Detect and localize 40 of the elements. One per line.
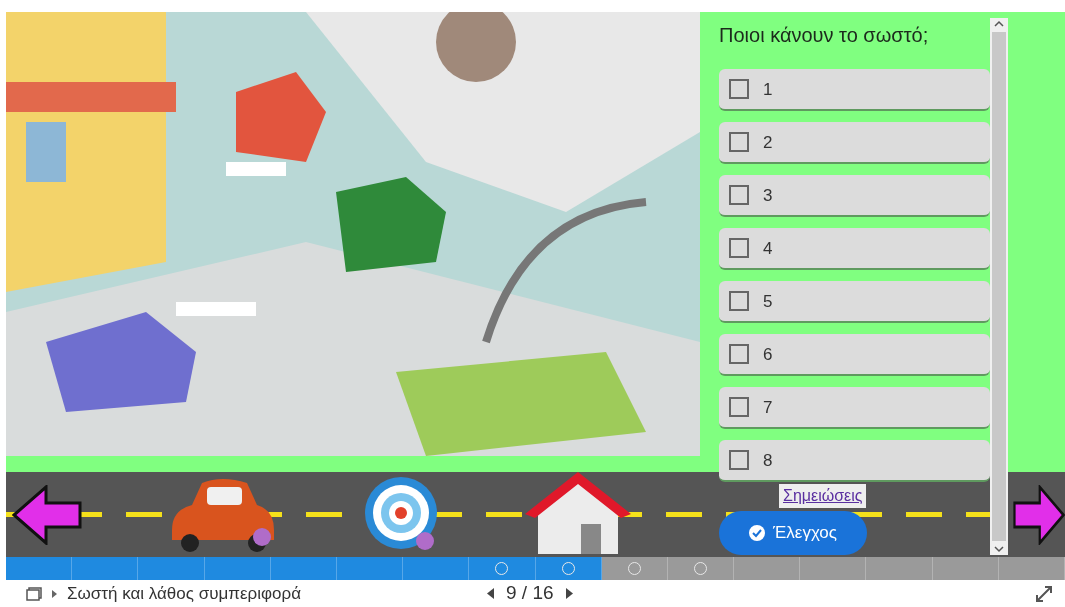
next-icon[interactable]	[565, 588, 573, 599]
option-label: 7	[763, 396, 773, 419]
fullscreen-icon[interactable]	[1035, 584, 1053, 603]
option-label: 6	[763, 343, 773, 366]
scroll-down-icon[interactable]	[994, 545, 1004, 553]
checkbox[interactable]	[729, 291, 749, 312]
option-label: 1	[763, 78, 773, 101]
option-label: 3	[763, 184, 773, 207]
checkbox[interactable]	[729, 238, 749, 259]
check-circle-icon	[749, 525, 765, 542]
check-button[interactable]: Έλεγχος	[719, 511, 867, 555]
answer-option[interactable]: 4	[719, 228, 990, 271]
option-label: 5	[763, 290, 773, 313]
checkbox[interactable]	[729, 344, 749, 365]
left-arrow-icon[interactable]	[12, 484, 82, 545]
option-label: 4	[763, 237, 773, 260]
option-label: 2	[763, 131, 773, 154]
answer-option[interactable]: 2	[719, 122, 990, 165]
answer-option[interactable]: 6	[719, 334, 990, 377]
presentation-title: Σωστή και λάθος συμπεριφορά	[67, 582, 302, 605]
answer-option[interactable]: 3	[719, 175, 990, 218]
checkbox[interactable]	[729, 397, 749, 418]
checkbox[interactable]	[729, 450, 749, 471]
answer-option[interactable]: 5	[719, 281, 990, 324]
scroll-up-icon[interactable]	[994, 20, 1004, 28]
previous-icon[interactable]	[487, 588, 494, 599]
notes-link[interactable]: Σημειώσεις	[779, 484, 867, 509]
expand-icon[interactable]	[52, 589, 57, 598]
scrollbar[interactable]	[990, 18, 1008, 555]
answer-option[interactable]: 7	[719, 387, 990, 430]
slides-icon[interactable]	[26, 586, 42, 601]
answer-option[interactable]: 8	[719, 440, 990, 483]
checkbox[interactable]	[729, 132, 749, 153]
answer-option[interactable]: 1	[719, 69, 990, 112]
checkbox[interactable]	[729, 79, 749, 100]
checkbox[interactable]	[729, 185, 749, 206]
option-label: 8	[763, 449, 773, 472]
page-counter: 9 / 16	[506, 581, 554, 606]
right-arrow-icon[interactable]	[1013, 484, 1065, 545]
question-title: Ποιοι κάνουν το σωστό;	[719, 23, 930, 48]
